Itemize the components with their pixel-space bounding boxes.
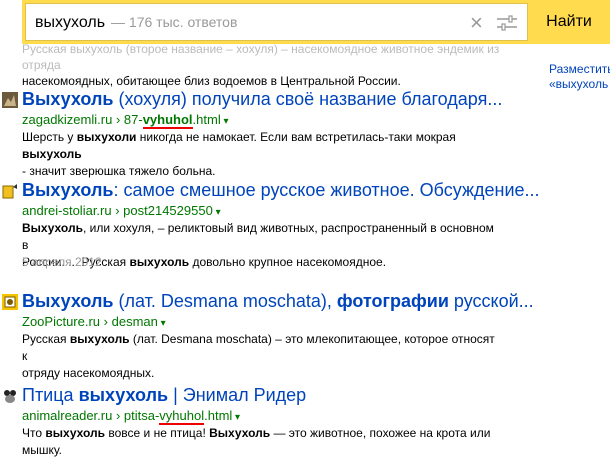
dropdown-arrow-icon[interactable]: ▾ (213, 207, 221, 218)
result-snippet: Шерсть у выхухоли никогда не намокает. Е… (22, 130, 456, 178)
advertise-line: Разместить (549, 62, 610, 76)
close-icon[interactable]: × (470, 12, 483, 34)
result-count: — 176 тыс. ответов (111, 14, 238, 30)
snippet-line: Русская выхухоль (второе название – хоху… (22, 42, 500, 72)
snippet-line: насекомоядных, обитающее близ водоемов в… (22, 74, 401, 88)
result-snippet: Русская выхухоль (лат. Desmana moschata)… (22, 332, 495, 380)
result-title-link[interactable]: Выхухоль (хохуля) получила своё название… (22, 88, 502, 110)
result-date: 5 апреля 2012 (22, 255, 102, 269)
result-url[interactable]: animalreader.ru › ptitsa-vyhuhol.html ▾ (22, 408, 240, 426)
result-snippet: Что выхухоль вовсе и не птица! Выхухоль … (22, 426, 491, 457)
search-header: выхухоль — 176 тыс. ответов × Найти (22, 0, 610, 44)
result-url[interactable]: zagadkizemli.ru › 87-vyhuhol.html ▾ (22, 112, 229, 130)
result-title-link[interactable]: Птица выхухоль | Энимал Ридер (22, 384, 306, 406)
animalreader-favicon-icon (2, 388, 18, 404)
search-query[interactable]: выхухоль — 176 тыс. ответов (35, 14, 237, 32)
result-url[interactable]: andrei-stoliar.ru › post214529550 ▾ (22, 203, 221, 221)
zagadkizemli-favicon-icon (2, 92, 18, 108)
search-button[interactable]: Найти (531, 3, 607, 41)
andrei-stoliar-favicon-icon (2, 183, 18, 199)
result-title-link[interactable]: Выхухоль: самое смешное русское животное… (22, 179, 540, 201)
dropdown-arrow-icon[interactable]: ▾ (221, 116, 228, 127)
advertise-line: «выхухоль (549, 77, 609, 91)
result-title-link[interactable]: Выхухоль (лат. Desmana moschata), фотогр… (22, 290, 534, 312)
sliders-icon[interactable] (496, 15, 518, 31)
advertise-link[interactable]: Разместить «выхухоль (549, 62, 610, 92)
dropdown-arrow-icon[interactable]: ▾ (232, 412, 240, 423)
result-url[interactable]: ZooPicture.ru › desman ▾ (22, 314, 166, 332)
dropdown-arrow-icon[interactable]: ▾ (158, 318, 166, 329)
zoopicture-favicon-icon (2, 294, 18, 310)
previous-result-snippet: Русская выхухоль (второе название – хоху… (22, 41, 502, 89)
search-input[interactable]: выхухоль — 176 тыс. ответов × (25, 3, 528, 41)
